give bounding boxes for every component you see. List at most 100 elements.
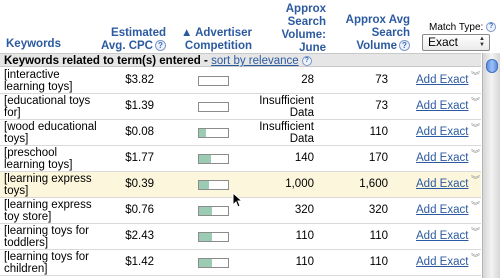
- competition-bar: [198, 154, 229, 164]
- keyword-cell: [interactive learning toys]: [4, 69, 102, 93]
- search-volume-cell: 28: [246, 74, 314, 86]
- volume-line2: Data: [289, 133, 314, 145]
- search-header-line1: Approx: [285, 3, 326, 15]
- table-row: [learning toys for toddlers] $2.43 110 11…: [0, 224, 481, 250]
- avg-volume-value: 170: [368, 152, 388, 164]
- volume-line1: 110: [295, 230, 314, 242]
- chevron-down-icon[interactable]: ︾: [471, 176, 480, 185]
- competition-bar: [198, 232, 229, 242]
- avg-volume-value: 1,600: [359, 178, 388, 190]
- competition-fill: [199, 155, 211, 163]
- chevron-down-icon[interactable]: ︾: [471, 202, 480, 211]
- add-exact-link[interactable]: Add Exact: [416, 152, 468, 164]
- chevron-down-icon[interactable]: ︾: [471, 124, 480, 133]
- cpc-value: $1.77: [125, 152, 154, 164]
- scroll-thumb[interactable]: [486, 59, 498, 73]
- volume-line1: 1,000: [285, 178, 314, 190]
- keyword-line1: [learning express: [4, 173, 92, 185]
- add-exact-link[interactable]: Add Exact: [416, 256, 468, 268]
- volume-line2: Data: [289, 107, 314, 119]
- avg-volume-value: 110: [369, 230, 388, 242]
- volume-line1: 28: [301, 74, 314, 86]
- keyword-rows: [interactive learning toys] $3.82 28 73 A…: [0, 68, 481, 276]
- competition-bar: [198, 206, 229, 216]
- add-exact-link[interactable]: Add Exact: [416, 74, 468, 86]
- avg-search-volume-column-header[interactable]: Approx Avg Search Volume?: [340, 14, 410, 53]
- chevron-down-icon[interactable]: ︾: [471, 72, 480, 81]
- keyword-cell: [educational toys for]: [4, 95, 102, 119]
- sort-by-relevance-link[interactable]: sort by relevance: [211, 55, 299, 67]
- keyword-line1: [learning toys for: [4, 251, 90, 263]
- search-volume-cell: 140: [246, 152, 314, 164]
- keyword-line2: children]: [4, 263, 48, 275]
- keyword-cell: [learning express toy store]: [4, 199, 102, 223]
- keyword-line1: [educational toys: [4, 95, 91, 107]
- match-type-select[interactable]: Exact ▲ ▼: [422, 34, 490, 51]
- table-row: [preschool learning toys] $1.77 140 170 A…: [0, 146, 481, 172]
- cpc-value: $1.42: [125, 256, 154, 268]
- cpc-value: $0.76: [125, 204, 154, 216]
- search-volume-cell: 320: [246, 204, 314, 216]
- add-exact-link[interactable]: Add Exact: [416, 126, 468, 138]
- keyword-line2: toy store]: [4, 211, 52, 223]
- table-row: [learning toys for children] $1.42 110 11…: [0, 250, 481, 276]
- select-arrows-icon: ▲ ▼: [479, 36, 485, 48]
- volume-line1: 320: [294, 204, 314, 216]
- table-row: [educational toys for] $1.39 Insufficient…: [0, 94, 481, 120]
- cpc-header-line2: Avg. CPC: [101, 40, 153, 52]
- competition-header-line2: Competition: [184, 40, 252, 52]
- help-icon[interactable]: ?: [399, 40, 410, 52]
- competition-header-line1: ▲ Advertiser: [180, 27, 252, 39]
- keyword-line2: toddlers]: [4, 237, 49, 249]
- results-header: Keywords Estimated Avg. CPC? ▲ Advertise…: [0, 0, 500, 67]
- cpc-value: $0.39: [125, 178, 154, 190]
- competition-bar: [198, 128, 229, 138]
- cpc-column-header[interactable]: Estimated Avg. CPC?: [100, 27, 166, 53]
- avg-volume-value: 110: [369, 256, 388, 268]
- table-row: [wood educational toys] $0.08 Insufficien…: [0, 120, 481, 146]
- avg-volume-value: 73: [375, 74, 388, 86]
- keyword-cell: [learning toys for toddlers]: [4, 225, 102, 249]
- section-header: Keywords related to term(s) entered - so…: [0, 53, 481, 67]
- add-exact-link[interactable]: Add Exact: [416, 204, 468, 216]
- help-icon[interactable]: ?: [155, 40, 166, 52]
- search-volume-cell: 1,000: [246, 178, 314, 190]
- competition-fill: [199, 207, 213, 215]
- chevron-down-icon[interactable]: ︾: [471, 150, 480, 159]
- chevron-down-icon[interactable]: ︾: [471, 254, 480, 263]
- avg-volume-value: 73: [375, 100, 388, 112]
- help-icon[interactable]: ?: [301, 55, 312, 66]
- keyword-cell: [preschool learning toys]: [4, 147, 102, 171]
- cpc-value: $2.43: [125, 230, 154, 242]
- section-separator: -: [200, 55, 212, 67]
- keyword-cell: [learning toys for children]: [4, 251, 102, 275]
- avg-header-line3: Volume: [356, 40, 397, 52]
- chevron-down-icon[interactable]: ︾: [471, 228, 480, 237]
- keyword-line1: [learning toys for: [4, 225, 90, 237]
- keyword-line1: [learning express: [4, 199, 92, 211]
- avg-volume-value: 320: [368, 204, 388, 216]
- competition-bar: [198, 102, 229, 112]
- cpc-header-line1: Estimated: [111, 27, 166, 39]
- cpc-value: $1.39: [125, 100, 154, 112]
- search-header-line2: Search: [287, 16, 326, 28]
- search-volume-cell: Insufficient Data: [246, 95, 314, 119]
- search-header-line3: Volume: June: [281, 29, 326, 54]
- volume-line1: Insufficient: [259, 95, 314, 107]
- keywords-column-header[interactable]: Keywords: [6, 38, 61, 51]
- chevron-down-icon[interactable]: ︾: [471, 98, 480, 107]
- add-exact-link[interactable]: Add Exact: [416, 178, 468, 190]
- keyword-line2: learning toys]: [4, 159, 73, 171]
- mouse-pointer-icon: [232, 192, 242, 208]
- add-exact-link[interactable]: Add Exact: [416, 100, 468, 112]
- help-icon[interactable]: ?: [486, 22, 497, 33]
- keyword-line1: [interactive: [4, 69, 60, 81]
- add-exact-link[interactable]: Add Exact: [416, 230, 468, 242]
- cpc-value: $0.08: [125, 126, 154, 138]
- vertical-scrollbar[interactable]: [482, 53, 500, 278]
- search-volume-cell: 110: [246, 230, 314, 242]
- competition-fill: [199, 129, 207, 137]
- search-volume-cell: 110: [246, 256, 314, 268]
- competition-fill: [199, 259, 213, 267]
- avg-volume-value: 110: [369, 126, 388, 138]
